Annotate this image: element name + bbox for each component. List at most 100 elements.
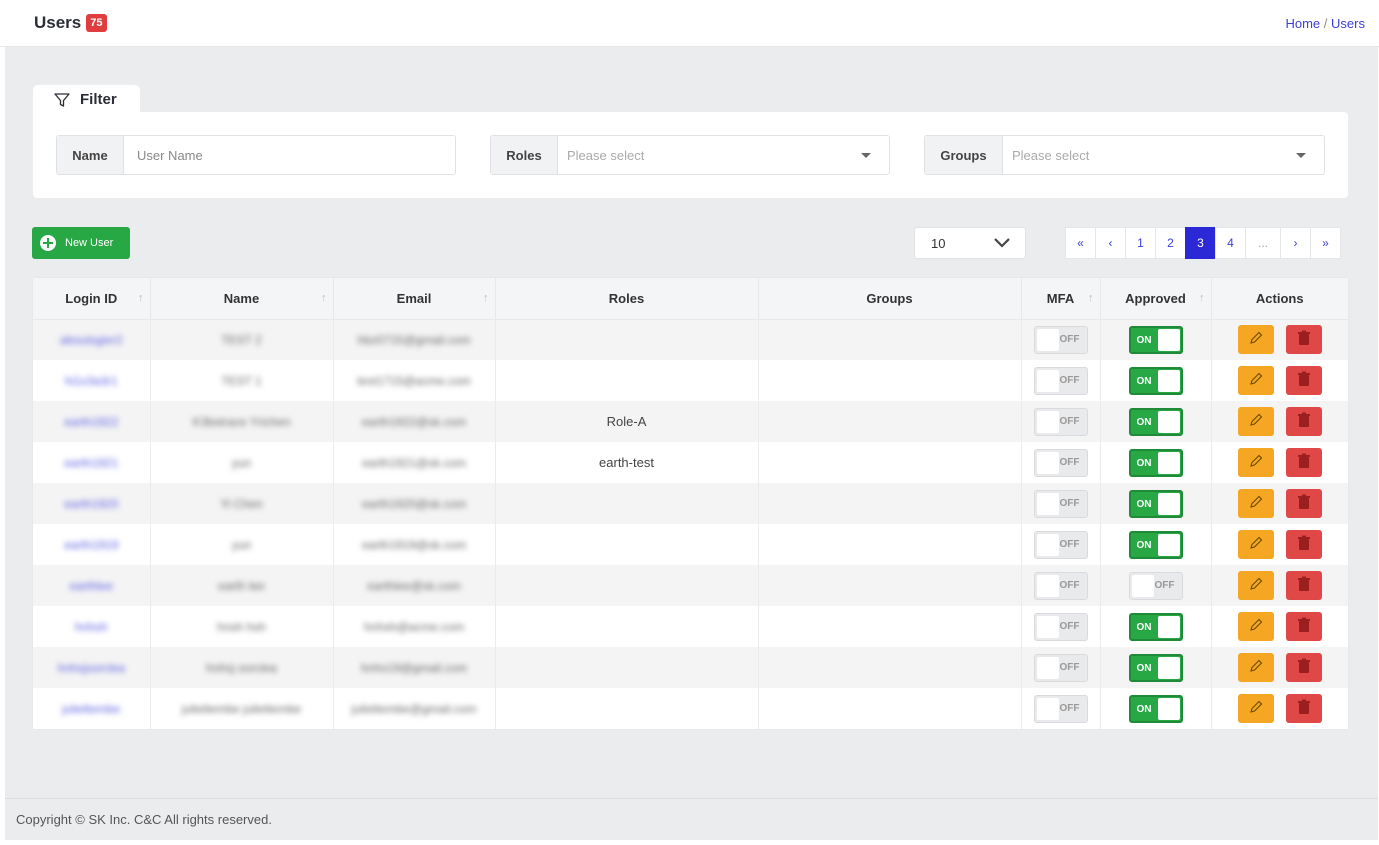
- trash-icon: [1297, 330, 1310, 349]
- approved-toggle[interactable]: ON: [1128, 489, 1183, 518]
- sort-arrow-icon[interactable]: ↑: [138, 292, 144, 304]
- new-user-button[interactable]: New User: [32, 227, 130, 259]
- login-id-link[interactable]: hnhsh: [75, 620, 108, 634]
- mfa-toggle[interactable]: OFF: [1033, 489, 1088, 518]
- pagination-last[interactable]: »: [1310, 227, 1341, 259]
- approved-toggle[interactable]: ON: [1128, 612, 1183, 641]
- filter-tab[interactable]: Filter: [33, 85, 140, 114]
- approved-toggle[interactable]: ON: [1128, 325, 1183, 354]
- pencil-icon: [1248, 453, 1264, 472]
- edit-button[interactable]: [1237, 694, 1274, 723]
- delete-button[interactable]: [1285, 530, 1322, 559]
- edit-button[interactable]: [1237, 407, 1274, 436]
- column-header-login-id[interactable]: Login ID ↑: [33, 278, 151, 320]
- mfa-cell: OFF: [1021, 524, 1101, 565]
- edit-button[interactable]: [1237, 325, 1274, 355]
- delete-button[interactable]: [1285, 571, 1322, 600]
- user-name-text: TEST 2: [221, 333, 262, 348]
- toggle-knob: [1157, 656, 1180, 679]
- delete-button[interactable]: [1285, 489, 1322, 518]
- approved-toggle[interactable]: ON: [1128, 366, 1183, 395]
- mfa-toggle[interactable]: OFF: [1033, 366, 1088, 395]
- login-id-link[interactable]: earthlee: [70, 579, 113, 593]
- mfa-toggle[interactable]: OFF: [1033, 407, 1088, 436]
- name-filter-input[interactable]: [124, 136, 455, 174]
- page-title-text: Users: [34, 13, 82, 32]
- login-id-link[interactable]: earth1920: [64, 497, 118, 511]
- column-header-email[interactable]: Email ↑: [333, 278, 496, 320]
- mfa-toggle[interactable]: OFF: [1033, 612, 1088, 641]
- approved-toggle[interactable]: ON: [1128, 653, 1183, 682]
- mfa-toggle[interactable]: OFF: [1033, 325, 1088, 354]
- approved-toggle[interactable]: ON: [1128, 530, 1183, 559]
- email-cell: earth1922@sk.com: [333, 401, 496, 442]
- approved-toggle[interactable]: ON: [1128, 407, 1183, 436]
- pagination-first[interactable]: «: [1065, 227, 1096, 259]
- login-id-link[interactable]: aboutsgier2: [60, 333, 123, 347]
- approved-cell: ON: [1100, 647, 1212, 688]
- mfa-toggle[interactable]: OFF: [1033, 448, 1088, 477]
- pagination-page-1[interactable]: 1: [1125, 227, 1156, 259]
- toggle-knob: [1157, 697, 1180, 720]
- pagination-page-4[interactable]: 4: [1215, 227, 1246, 259]
- users-table: Login ID ↑ Name ↑ Email ↑ Roles Groups MFA ↑…: [33, 278, 1348, 729]
- login-id-link[interactable]: juliettembe: [62, 702, 120, 716]
- breadcrumb-home-link[interactable]: Home: [1285, 16, 1320, 31]
- column-header-approved[interactable]: Approved ↑: [1100, 278, 1212, 320]
- groups-cell: [758, 565, 1022, 606]
- sort-arrow-icon[interactable]: ↑: [1199, 292, 1205, 304]
- sort-arrow-icon[interactable]: ↑: [483, 292, 489, 304]
- toggle-knob: [1036, 615, 1059, 638]
- table-row: juliettembe juliettembe juliettembe juliet…: [33, 688, 1348, 729]
- column-header-label: Name: [223, 290, 260, 306]
- mfa-toggle[interactable]: OFF: [1033, 653, 1088, 682]
- email-text: earth1919@sk.com: [361, 538, 467, 552]
- edit-button[interactable]: [1237, 366, 1274, 395]
- table-row: hnhsh hnsh hsh hnhsh@acme.com OFF ON: [33, 606, 1348, 647]
- user-name-text: TEST 1: [221, 374, 262, 388]
- mfa-toggle[interactable]: OFF: [1033, 530, 1088, 559]
- mfa-toggle[interactable]: OFF: [1033, 571, 1088, 600]
- delete-button[interactable]: [1285, 612, 1322, 641]
- delete-button[interactable]: [1285, 448, 1322, 477]
- login-id-link[interactable]: earth1922: [64, 415, 118, 429]
- login-id-link[interactable]: earth1921: [64, 456, 118, 470]
- edit-button[interactable]: [1237, 612, 1274, 641]
- groups-cell: [758, 319, 1022, 360]
- groups-filter-select[interactable]: Please select: [1003, 136, 1324, 174]
- edit-button[interactable]: [1237, 653, 1274, 682]
- email-cell: hnhsh@acme.com: [333, 606, 496, 647]
- email-text: hnhs19@gmail.com: [360, 661, 468, 675]
- approved-toggle[interactable]: ON: [1128, 694, 1183, 723]
- edit-button[interactable]: [1237, 489, 1274, 518]
- approved-toggle[interactable]: OFF: [1128, 571, 1183, 600]
- delete-button[interactable]: [1285, 653, 1322, 682]
- toggle-knob: [1036, 656, 1059, 679]
- mfa-toggle[interactable]: OFF: [1033, 694, 1088, 723]
- pagination-ellipsis: ...: [1245, 227, 1281, 259]
- edit-button[interactable]: [1237, 571, 1274, 600]
- approved-toggle[interactable]: ON: [1128, 448, 1183, 477]
- pagination-prev[interactable]: ‹: [1095, 227, 1126, 259]
- delete-button[interactable]: [1285, 407, 1322, 436]
- login-id-link[interactable]: earth1919: [64, 538, 118, 552]
- login-id-link[interactable]: hi1x3a3r1: [65, 374, 118, 388]
- pagination: « ‹ 1 2 3 4 ... › »: [1065, 227, 1341, 259]
- column-header-name[interactable]: Name ↑: [150, 278, 334, 320]
- edit-button[interactable]: [1237, 530, 1274, 559]
- edit-button[interactable]: [1237, 448, 1274, 477]
- sort-arrow-icon[interactable]: ↑: [321, 292, 327, 304]
- column-header-mfa[interactable]: MFA ↑: [1021, 278, 1101, 320]
- page-size-select[interactable]: 10: [914, 227, 1026, 259]
- delete-button[interactable]: [1285, 366, 1322, 395]
- delete-button[interactable]: [1285, 694, 1322, 723]
- login-id-link[interactable]: hnhsjsorclea: [58, 661, 125, 675]
- toggle-label: ON: [1136, 416, 1152, 428]
- delete-button[interactable]: [1285, 325, 1322, 355]
- pagination-page-2[interactable]: 2: [1155, 227, 1186, 259]
- roles-filter-select[interactable]: Please select: [558, 136, 889, 174]
- pagination-next[interactable]: ›: [1280, 227, 1311, 259]
- user-name-text: hnhsj sorclea: [206, 661, 277, 675]
- pagination-page-3[interactable]: 3: [1185, 227, 1216, 259]
- sort-arrow-icon[interactable]: ↑: [1088, 292, 1094, 304]
